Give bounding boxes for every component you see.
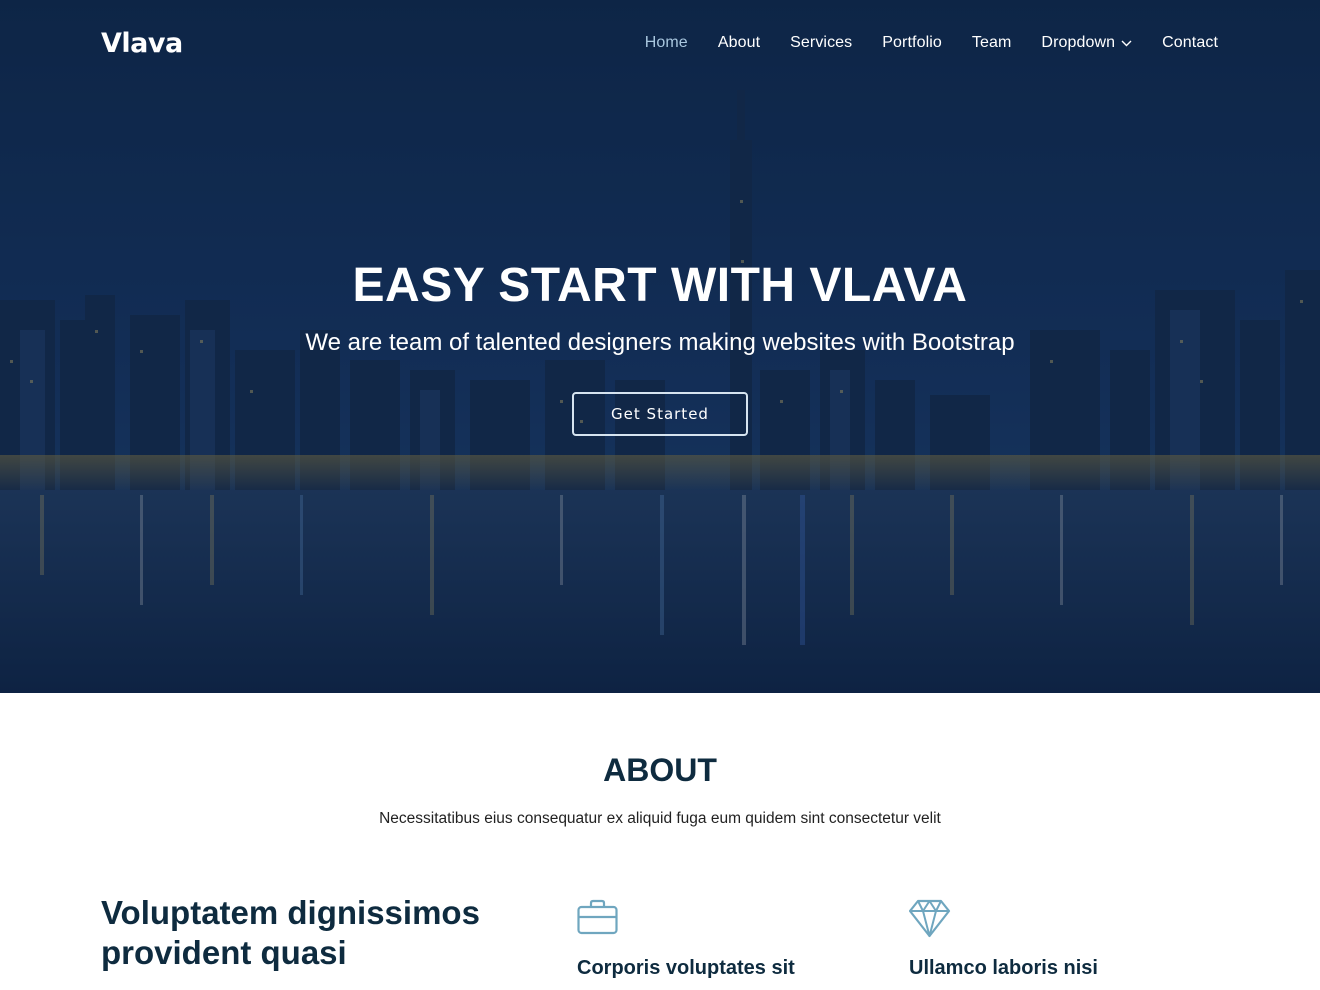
chevron-down-icon — [1121, 40, 1132, 46]
hero-content: EASY START WITH VLAVA We are team of tal… — [0, 258, 1320, 357]
nav-item-label: Team — [971, 34, 1012, 51]
nav-item-dropdown[interactable]: Dropdown — [1041, 34, 1132, 52]
hero-subtitle: We are team of talented designers making… — [305, 329, 1015, 356]
nav-item-label: Services — [790, 34, 853, 51]
gem-icon — [908, 899, 951, 938]
feature-title: Ullamco laboris nisi — [909, 957, 1098, 979]
hero-title: EASY START WITH VLAVA — [352, 259, 968, 312]
briefcase-icon — [577, 899, 618, 935]
get-started-button[interactable]: Get Started — [572, 392, 748, 436]
about-title: ABOUT — [603, 752, 717, 788]
feature-title: Corporis voluptates sit — [577, 957, 795, 979]
nav-item-label: About — [717, 34, 761, 51]
about-heading: Voluptatem dignissimos provident quasi — [101, 894, 480, 971]
nav-item-label: Contact — [1162, 34, 1218, 51]
nav-item-about[interactable]: About — [718, 34, 760, 52]
feature-item: Ullamco laboris nisi — [908, 898, 1098, 980]
about-subtitle: Necessitatibus eius consequatur ex aliqu… — [379, 810, 941, 827]
feature-item: Corporis voluptates sit — [577, 898, 795, 980]
site-header: Vlava Home About Services Portfolio Team… — [0, 0, 1320, 90]
nav-item-label: Home — [644, 34, 688, 51]
nav-item-contact[interactable]: Contact — [1162, 34, 1218, 52]
nav-item-label: Dropdown — [1041, 34, 1116, 51]
nav-item-label: Portfolio — [882, 34, 942, 51]
hero-section: Vlava Home About Services Portfolio Team… — [0, 0, 1320, 693]
nav-item-team[interactable]: Team — [972, 34, 1012, 52]
main-nav: Home About Services Portfolio Team Dropd… — [615, 34, 1218, 52]
nav-item-home[interactable]: Home — [645, 34, 688, 52]
nav-item-services[interactable]: Services — [790, 34, 852, 52]
site-logo[interactable]: Vlava — [101, 28, 183, 59]
nav-item-portfolio[interactable]: Portfolio — [882, 34, 942, 52]
